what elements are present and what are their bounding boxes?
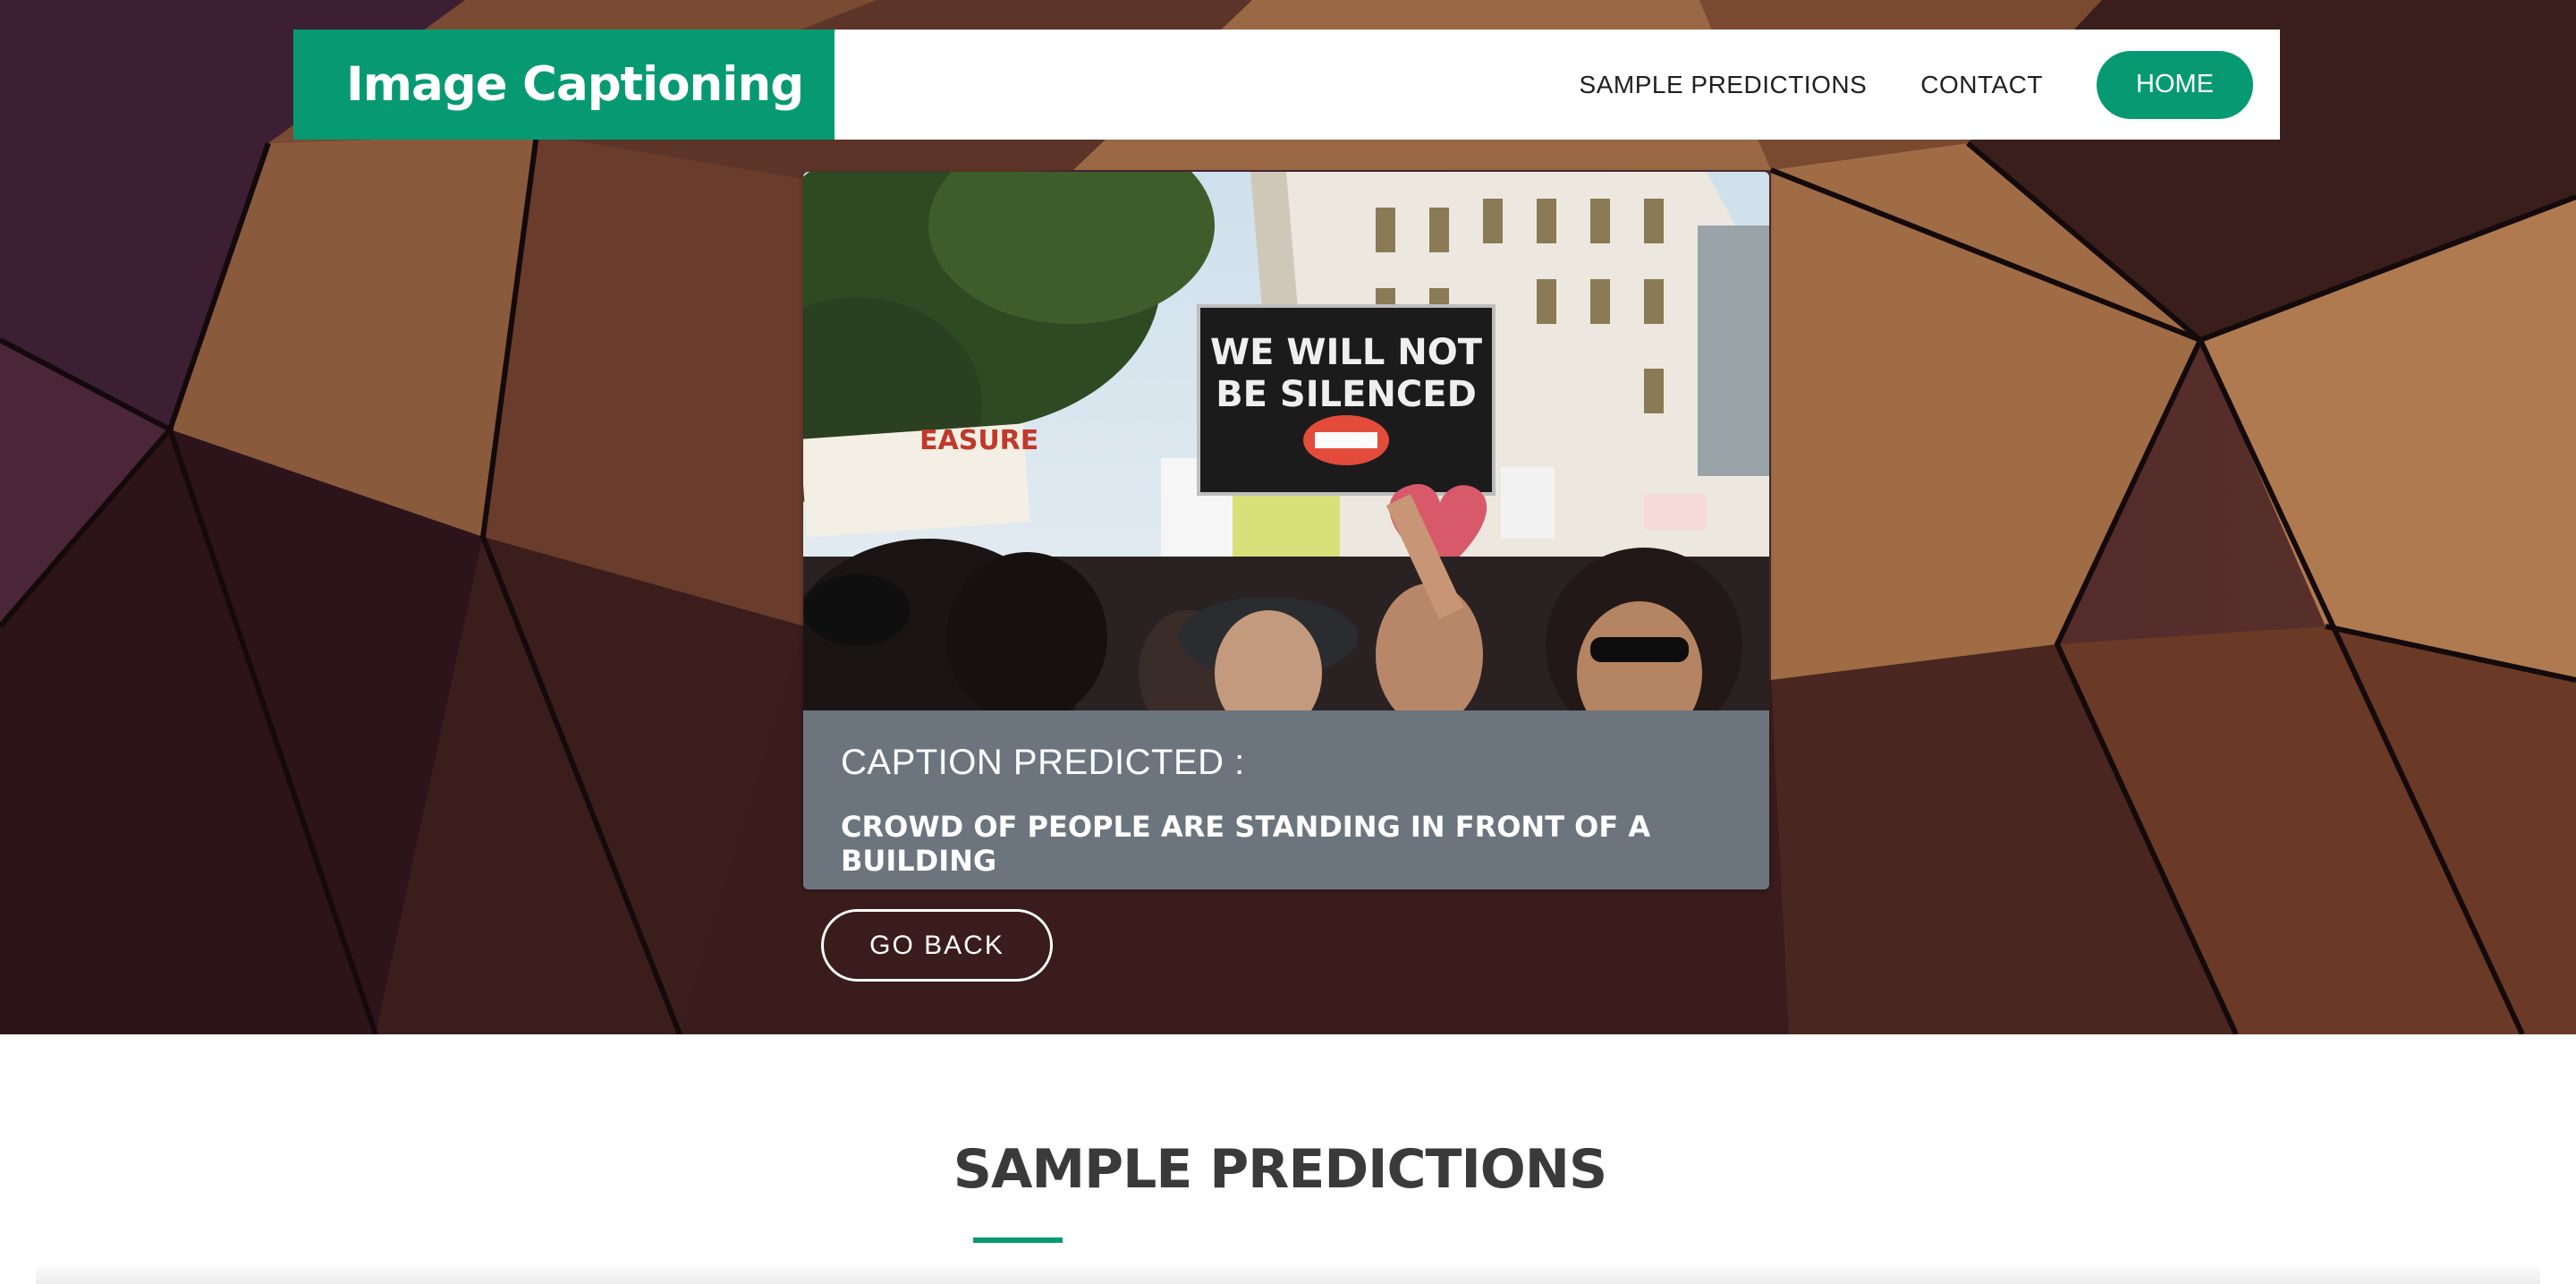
caption-text: CROWD OF PEOPLE ARE STANDING IN FRONT OF… <box>841 810 1651 878</box>
prediction-card: EASURE WE WILL NOT BE SILENCED CAPTION P… <box>803 172 1769 889</box>
section-title-underline <box>973 1237 1063 1243</box>
sign-text-line-2: BE SILENCED <box>1216 374 1477 415</box>
section-title: SAMPLE PREDICTIONS <box>953 1138 1607 1201</box>
site-header: Image Captioning SAMPLE PREDICTIONS CONT… <box>293 30 2280 140</box>
caption-panel: CAPTION PREDICTED : CROWD OF PEOPLE ARE … <box>803 710 1769 889</box>
go-back-button[interactable]: GO BACK <box>821 909 1053 982</box>
caption-label: CAPTION PREDICTED : <box>841 743 1245 782</box>
uploaded-photo: EASURE WE WILL NOT BE SILENCED <box>803 172 1769 710</box>
sign-text-line-1: WE WILL NOT <box>1210 332 1483 373</box>
brand-logo[interactable]: Image Captioning <box>293 30 835 140</box>
protest-photo-illustration: EASURE WE WILL NOT BE SILENCED <box>803 172 1769 710</box>
nav-home-button[interactable]: HOME <box>2097 50 2253 119</box>
placard-text-measure: EASURE <box>919 425 1038 456</box>
next-section-edge <box>36 1262 2540 1284</box>
nav-contact[interactable]: CONTACT <box>1920 71 2043 99</box>
main-nav: SAMPLE PREDICTIONS CONTACT HOME <box>1580 50 2280 119</box>
nav-sample-predictions[interactable]: SAMPLE PREDICTIONS <box>1580 71 1868 99</box>
